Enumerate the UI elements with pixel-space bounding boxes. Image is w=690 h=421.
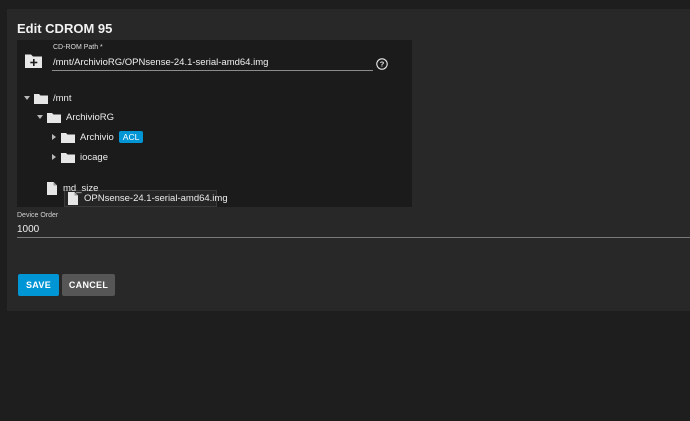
folder-icon (47, 112, 61, 123)
tree-node-archiviorg[interactable]: ArchivioRG (36, 109, 114, 125)
tree-node-mnt[interactable]: /mnt (23, 90, 71, 106)
cdrom-path-input[interactable] (52, 55, 373, 71)
tree-label-mnt: /mnt (53, 92, 72, 104)
tree-label-archiviorg: ArchivioRG (66, 111, 115, 123)
save-button[interactable]: SAVE (18, 274, 59, 296)
device-order-input[interactable] (17, 221, 690, 238)
create-folder-icon[interactable] (24, 53, 43, 69)
dialog-title: Edit CDROM 95 (17, 21, 113, 36)
cancel-button[interactable]: CANCEL (62, 274, 115, 296)
folder-icon (61, 152, 75, 163)
folder-icon (61, 132, 75, 143)
device-order-label: Device Order (17, 212, 59, 219)
tree-node-archivio[interactable]: Archivio ACL (50, 129, 144, 145)
tree-label-iocage: iocage (80, 151, 108, 163)
tree-label-opnsense-image: OPNsense-24.1-serial-amd64.img (84, 192, 228, 204)
caret-down-icon[interactable] (36, 113, 44, 121)
tree-node-iocage[interactable]: iocage (50, 149, 108, 165)
caret-down-icon[interactable] (23, 94, 31, 102)
acl-badge: ACL (118, 131, 144, 143)
edit-cdrom-dialog: Edit CDROM 95 CD-ROM Path * ? /mnt Archi… (7, 9, 690, 311)
folder-icon (34, 93, 48, 104)
file-icon (47, 181, 57, 195)
svg-text:?: ? (380, 60, 385, 69)
tree-node-md-size[interactable]: md_size (47, 180, 98, 196)
caret-right-icon[interactable] (50, 153, 58, 161)
tree-label-archivio: Archivio (80, 131, 114, 143)
cdrom-path-label: CD-ROM Path * (53, 44, 103, 51)
tree-label-md-size: md_size (63, 182, 99, 194)
caret-right-icon[interactable] (50, 133, 58, 141)
help-icon[interactable]: ? (376, 58, 388, 70)
